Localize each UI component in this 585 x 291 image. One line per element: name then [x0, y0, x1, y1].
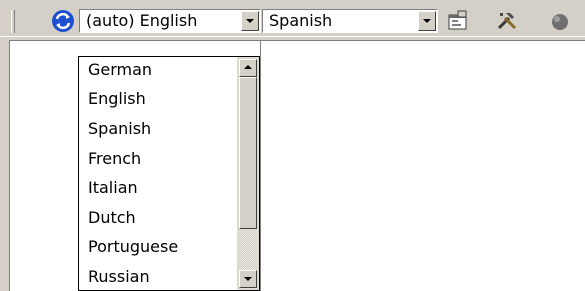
target-language-dropdown-button[interactable] — [418, 11, 436, 31]
language-option-french[interactable]: French — [88, 149, 141, 169]
chevron-down-icon — [246, 19, 254, 23]
source-language-value: (auto) English — [86, 11, 198, 30]
language-option-portuguese[interactable]: Portuguese — [88, 237, 178, 257]
source-language-dropdown-list[interactable]: German English Spanish French Italian Du… — [78, 56, 260, 291]
scroll-up-button[interactable] — [239, 59, 257, 77]
dropdown-scrollbar[interactable] — [237, 57, 259, 290]
tools-icon[interactable] — [495, 9, 519, 33]
target-language-value: Spanish — [269, 11, 333, 30]
toolbar: (auto) English Spanish — [0, 0, 585, 37]
properties-icon[interactable] — [446, 9, 470, 33]
source-language-combo[interactable]: (auto) English — [79, 9, 261, 33]
chevron-down-icon — [423, 19, 431, 23]
language-option-english[interactable]: English — [88, 89, 146, 109]
language-option-spanish[interactable]: Spanish — [88, 119, 151, 139]
chevron-up-icon — [244, 65, 252, 69]
language-option-italian[interactable]: Italian — [88, 178, 138, 198]
source-language-dropdown-button[interactable] — [241, 11, 259, 31]
toolbar-grip[interactable] — [11, 10, 15, 33]
translate-swap-icon[interactable] — [50, 8, 76, 34]
scroll-thumb[interactable] — [239, 77, 257, 229]
pane-divider — [260, 40, 261, 291]
language-option-dutch[interactable]: Dutch — [88, 208, 136, 228]
chevron-down-icon — [244, 277, 252, 281]
language-option-german[interactable]: German — [88, 60, 152, 80]
target-language-combo[interactable]: Spanish — [262, 9, 438, 33]
scroll-down-button[interactable] — [239, 270, 257, 288]
language-option-russian[interactable]: Russian — [88, 267, 150, 287]
clear-icon[interactable] — [546, 9, 570, 33]
